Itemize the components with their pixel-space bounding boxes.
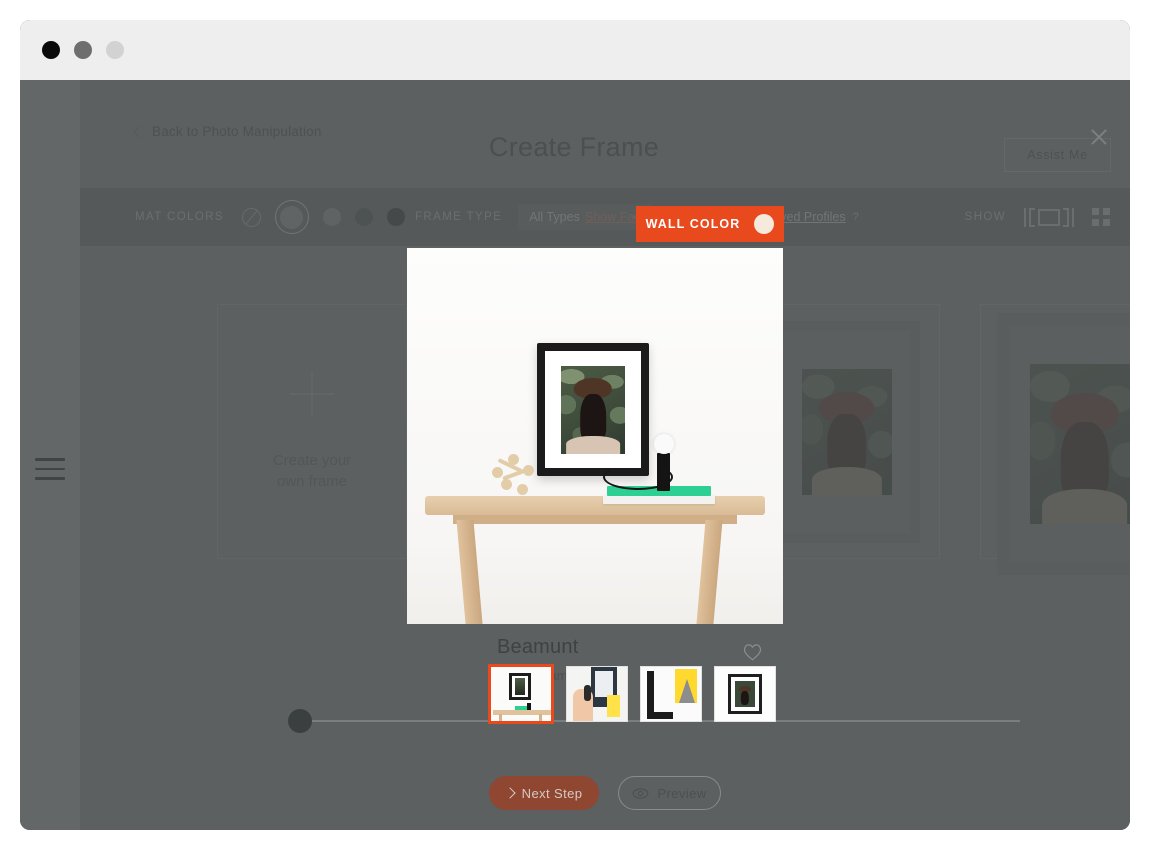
preview-button[interactable]: Preview — [618, 776, 721, 810]
frame-photo — [801, 369, 892, 495]
plus-icon — [290, 371, 334, 416]
left-rail — [20, 80, 80, 830]
slider-handle[interactable] — [288, 709, 312, 733]
mat-swatch-black[interactable] — [386, 208, 405, 226]
frame-mat — [1010, 326, 1130, 562]
wood-sculpture — [492, 454, 538, 496]
wall-color-swatch[interactable] — [754, 214, 775, 234]
preview-label: Preview — [657, 785, 707, 801]
frame-type-label: FRAME TYPE — [415, 211, 503, 223]
mat-colors-label: MAT COLORS — [135, 211, 224, 223]
show-view-group: SHOW — [964, 207, 1110, 227]
create-own-frame-card[interactable]: Create your own frame — [217, 304, 407, 559]
minimize-dot[interactable] — [74, 41, 92, 59]
mat-swatch-list — [241, 200, 405, 234]
single-view-icon[interactable] — [1024, 207, 1074, 227]
hamburger-menu-icon[interactable] — [35, 458, 65, 480]
chevron-right-icon — [503, 787, 516, 799]
desk-lamp — [603, 434, 679, 496]
close-dot[interactable] — [42, 41, 60, 59]
create-own-frame-text: Create your own frame — [273, 450, 351, 492]
window-titlebar — [20, 20, 1130, 80]
frame-card-b[interactable] — [980, 304, 1130, 575]
room-mat — [545, 351, 641, 468]
wall-color-label: WALL COLOR — [645, 217, 741, 231]
close-icon[interactable] — [1089, 127, 1109, 147]
mat-swatch-dark-gray[interactable] — [354, 208, 373, 226]
app-viewport: Back to Photo Manipulation Create Frame … — [20, 80, 1130, 830]
browser-window: Back to Photo Manipulation Create Frame … — [20, 20, 1130, 830]
window-controls — [42, 41, 124, 59]
create-frame-line2: own frame — [276, 472, 348, 490]
modal-actions: Next Step Preview — [80, 776, 1130, 810]
room-photo — [561, 365, 625, 454]
heart-icon[interactable] — [742, 642, 763, 661]
wall-color-button[interactable]: WALL COLOR — [636, 206, 784, 242]
grid-view-icon[interactable] — [1092, 208, 1110, 226]
next-step-label: Next Step — [521, 785, 583, 801]
editor-toolbar: MAT COLORS FRAME TYPE All Types Show Fav… — [80, 188, 1130, 246]
frame-type-value: All Types — [529, 210, 580, 224]
product-name: Beamunt — [497, 636, 579, 658]
mat-swatch-light-gray — [280, 205, 304, 229]
thumb-room-scene[interactable] — [488, 664, 554, 724]
frame-mat — [783, 331, 910, 533]
thumbnail-strip — [488, 664, 776, 724]
help-icon[interactable]: ? — [853, 211, 859, 223]
create-frame-line1: Create your — [272, 451, 352, 469]
maximize-dot[interactable] — [106, 41, 124, 59]
thumb-hand-holding-frame[interactable] — [566, 666, 628, 722]
next-step-button[interactable]: Next Step — [489, 776, 599, 810]
mat-swatch-selected[interactable] — [274, 200, 309, 234]
frame-photo — [1029, 364, 1130, 524]
room-frame — [537, 343, 649, 476]
mat-swatch-mid-gray[interactable] — [322, 208, 341, 226]
thumb-frame-corner[interactable] — [640, 666, 702, 722]
frame-preview — [773, 321, 920, 543]
frame-preview — [997, 313, 1130, 575]
page-title: Create Frame — [488, 132, 660, 162]
mat-swatch-none-icon[interactable] — [241, 207, 261, 227]
show-label: SHOW — [964, 211, 1006, 223]
mat-colors-group: MAT COLORS — [135, 200, 405, 234]
thumb-framed-photo[interactable] — [714, 666, 776, 722]
room-scene — [407, 248, 783, 624]
page-header: Back to Photo Manipulation Create Frame … — [80, 80, 1130, 188]
eye-icon — [633, 787, 649, 799]
bench — [425, 496, 765, 624]
preview-stage[interactable] — [407, 248, 783, 624]
main-column: Back to Photo Manipulation Create Frame … — [80, 80, 1130, 830]
